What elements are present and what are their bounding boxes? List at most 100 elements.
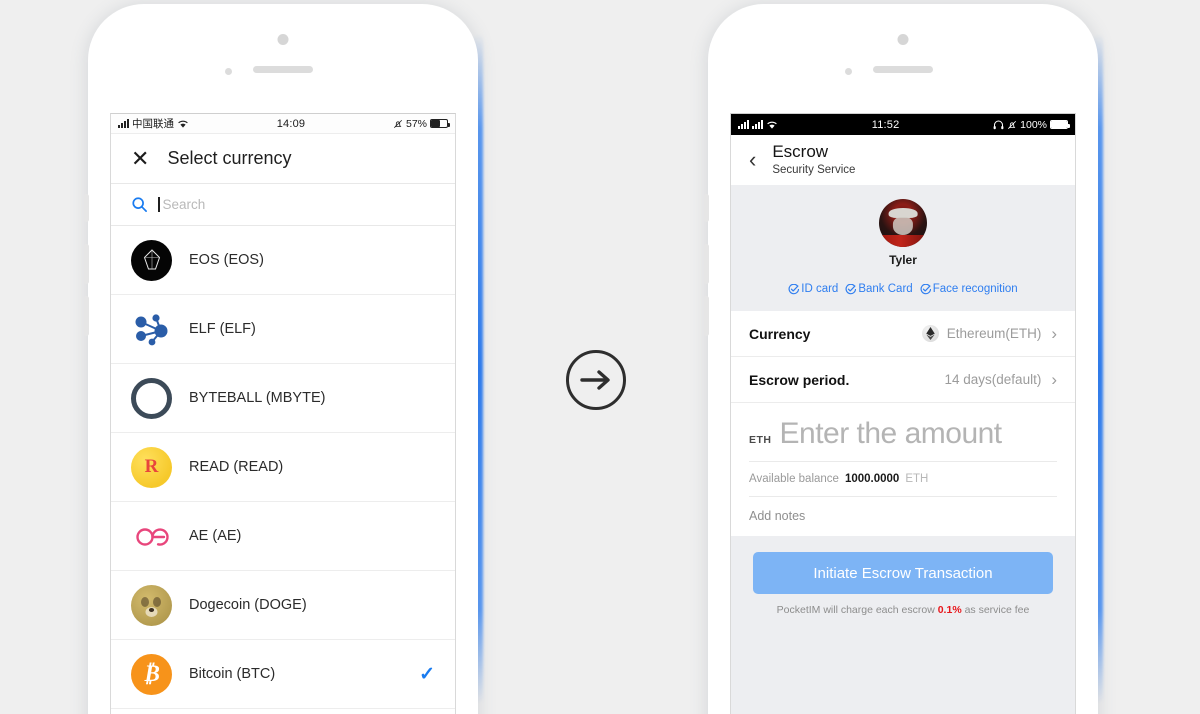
close-x-icon[interactable]: ✕	[131, 147, 149, 170]
list-item-label: Dogecoin (DOGE)	[189, 597, 307, 613]
balance-unit: ETH	[905, 473, 929, 485]
service-fee-note: PocketIM will charge each escrow 0.1% as…	[753, 604, 1053, 616]
amount-input[interactable]: Enter the amount	[780, 417, 1003, 451]
alarm-muted-icon	[393, 119, 403, 128]
ethereum-icon	[921, 325, 939, 342]
available-balance-row: Available balance 1000.0000 ETH	[749, 462, 1057, 497]
status-bar: 中国联通 14:09 57%	[111, 114, 455, 134]
initiate-escrow-button[interactable]: Initiate Escrow Transaction	[753, 552, 1053, 594]
row-label: Escrow period.	[749, 371, 850, 388]
avatar[interactable]	[879, 199, 927, 247]
list-item-label: READ (READ)	[189, 459, 284, 475]
row-currency[interactable]: Currency Ethereum(ETH) ›	[731, 311, 1075, 357]
list-item[interactable]: BYTEBALL (MBYTE)	[111, 364, 455, 433]
balance-value: 1000.0000	[844, 473, 900, 485]
search-icon	[132, 197, 147, 212]
fee-note-suffix: as service fee	[961, 604, 1030, 616]
list-item[interactable]: R READ (READ)	[111, 433, 455, 502]
amount-section: ETH Enter the amount Available balance 1…	[731, 403, 1075, 536]
fee-note-prefix: PocketIM will charge each escrow	[776, 604, 938, 616]
signal-bars-icon	[738, 120, 749, 129]
wifi-icon	[178, 120, 188, 128]
proximity-sensor-icon	[845, 68, 852, 75]
read-coin-icon: R	[131, 446, 172, 488]
check-icon: ✓	[419, 663, 435, 685]
signal-bars-icon	[118, 119, 129, 128]
volume-up-button[interactable]	[84, 244, 89, 284]
navigation-bar: ‹ Escrow Security Service	[731, 135, 1075, 185]
list-item-label: ELF (ELF)	[189, 321, 256, 337]
list-item-label: EOS (EOS)	[189, 252, 264, 268]
volume-down-button[interactable]	[704, 296, 709, 336]
notes-input[interactable]: Add notes	[749, 497, 1057, 536]
clock-label: 11:52	[871, 118, 900, 131]
volume-down-button[interactable]	[84, 296, 89, 336]
screen-escrow: 11:52 100% ‹ Escrow Security Service Tyl…	[730, 113, 1076, 714]
front-camera-icon	[897, 34, 909, 45]
list-item[interactable]: AE (AE)	[111, 502, 455, 571]
chevron-left-icon[interactable]: ‹	[749, 149, 756, 171]
arrow-right-icon	[566, 350, 626, 410]
amount-input-row[interactable]: ETH Enter the amount	[749, 417, 1057, 462]
list-item[interactable]: ELF (ELF)	[111, 295, 455, 364]
status-bar: 11:52 100%	[731, 114, 1075, 135]
eos-coin-icon	[131, 239, 172, 281]
check-circle-icon	[845, 283, 857, 294]
earpiece-speaker	[253, 66, 313, 73]
status-badge-label: ID card	[801, 283, 839, 295]
chevron-right-icon: ›	[1051, 369, 1057, 389]
earpiece-speaker	[873, 66, 933, 73]
signal-bars-icon	[752, 120, 763, 129]
verification-badges: ID card Bank Card Face recognition	[731, 283, 1075, 295]
mute-switch[interactable]	[84, 194, 89, 222]
phone-mockup-right: 11:52 100% ‹ Escrow Security Service Tyl…	[704, 4, 1098, 714]
status-badge: ID card	[788, 283, 838, 295]
elf-coin-icon	[131, 309, 172, 350]
text-cursor	[158, 197, 160, 212]
page-title: Select currency	[167, 148, 292, 168]
dogecoin-icon	[131, 584, 172, 626]
mute-switch[interactable]	[704, 194, 709, 222]
headset-icon	[993, 120, 1004, 129]
status-badge: Face recognition	[920, 283, 1018, 295]
row-escrow-period[interactable]: Escrow period. 14 days(default) ›	[731, 357, 1075, 403]
list-item[interactable]: EOS (EOS)	[111, 226, 455, 295]
chevron-right-icon: ›	[1051, 323, 1057, 343]
status-badge-label: Bank Card	[858, 283, 913, 295]
clock-label: 14:09	[276, 117, 306, 130]
alarm-muted-icon	[1008, 120, 1017, 129]
wifi-icon	[767, 121, 777, 129]
battery-icon	[1050, 120, 1070, 129]
status-badge-label: Face recognition	[932, 283, 1018, 295]
volume-up-button[interactable]	[704, 244, 709, 284]
profile-section: Tyler ID card Bank Card Face recognition	[731, 185, 1075, 311]
page-subtitle: Security Service	[772, 163, 856, 176]
bitcoin-icon: ₿	[131, 653, 172, 695]
carrier-label: 中国联通	[132, 118, 174, 130]
list-item[interactable]: ₿ Bitcoin (BTC) ✓	[111, 640, 455, 709]
proximity-sensor-icon	[225, 68, 232, 75]
byteball-coin-icon	[131, 377, 172, 419]
check-circle-icon	[920, 283, 931, 294]
footer-section: Initiate Escrow Transaction PocketIM wil…	[731, 536, 1075, 714]
navigation-bar: ✕ Select currency	[111, 134, 455, 184]
ae-coin-icon	[131, 516, 172, 557]
list-item-label: Bitcoin (BTC)	[189, 666, 276, 682]
list-item-label: AE (AE)	[189, 528, 242, 544]
front-camera-icon	[277, 34, 289, 45]
row-value: 14 days(default)	[944, 372, 1042, 387]
page-title: Escrow	[772, 142, 829, 162]
battery-percent-label: 57%	[405, 117, 427, 130]
screen-select-currency: 中国联通 14:09 57% ✕ Select currency Search …	[110, 113, 456, 714]
list-item[interactable]: Dogecoin (DOGE)	[111, 571, 455, 640]
phone-mockup-left: 中国联通 14:09 57% ✕ Select currency Search …	[84, 4, 478, 714]
status-badge: Bank Card	[845, 283, 913, 295]
balance-label: Available balance	[749, 473, 839, 485]
search-bar[interactable]: Search	[111, 184, 455, 226]
fee-percent: 0.1%	[937, 604, 962, 616]
row-label: Currency	[749, 325, 811, 342]
search-input[interactable]: Search	[163, 197, 206, 212]
profile-name: Tyler	[889, 253, 917, 267]
row-value: Ethereum(ETH)	[946, 326, 1042, 341]
battery-percent-label: 100%	[1020, 118, 1047, 131]
